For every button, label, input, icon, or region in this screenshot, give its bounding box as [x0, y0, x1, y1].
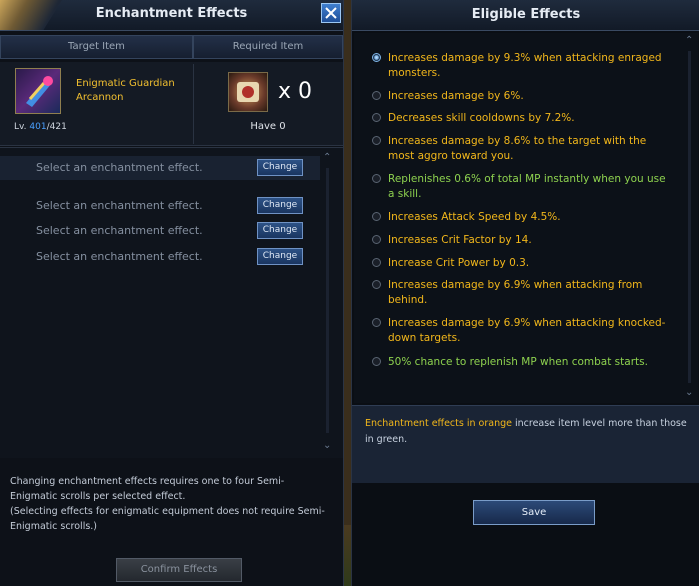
scroll-icon[interactable]: [228, 72, 268, 112]
change-button[interactable]: Change: [257, 248, 303, 265]
info-box: Enchantment effects in orange increase i…: [352, 405, 699, 483]
radio-icon[interactable]: [372, 318, 381, 327]
enchant-slot-label: Select an enchantment effect.: [36, 224, 203, 237]
info-text: Enchantment effects in orange increase i…: [365, 416, 690, 448]
effect-label: Increase Crit Power by 0.3.: [388, 257, 530, 269]
change-button[interactable]: Change: [257, 159, 303, 176]
enchant-slot-label: Select an enchantment effect.: [36, 161, 203, 174]
level-max: /421: [46, 122, 67, 132]
effect-label: Increases Attack Speed by 4.5%.: [388, 211, 561, 223]
target-item-name: Enigmatic Guardian Arcannon: [76, 78, 175, 103]
scroll-track[interactable]: [326, 168, 329, 433]
scrollbar[interactable]: ⌃ ⌄: [320, 148, 336, 458]
required-quantity: x 0: [278, 79, 313, 104]
window-title: Eligible Effects: [471, 7, 581, 22]
background-strip: [343, 0, 351, 586]
confirm-effects-button[interactable]: Confirm Effects: [116, 558, 242, 582]
radio-icon[interactable]: [372, 235, 381, 244]
enchantment-effects-window: Enchantment Effects Target Item Required…: [0, 0, 344, 586]
info-highlight: Enchantment effects in orange: [365, 418, 512, 429]
tab-target-item: Target Item: [0, 35, 193, 59]
tab-required-item: Required Item: [193, 35, 343, 59]
enchant-slot-label: Select an enchantment effect.: [36, 250, 203, 263]
change-button[interactable]: Change: [257, 197, 303, 214]
scrollbar[interactable]: ⌃ ⌄: [682, 33, 698, 403]
enchant-slot[interactable]: Select an enchantment effect. Change: [0, 156, 320, 180]
effect-label: Increases damage by 6.9% when attacking …: [388, 279, 643, 306]
column-divider: [193, 64, 194, 144]
enchant-slot-list: Select an enchantment effect. Change Sel…: [0, 147, 343, 458]
item-level: Lv. 401/421: [14, 122, 67, 132]
enchant-slot[interactable]: Select an enchantment effect. Change: [0, 245, 320, 269]
radio-icon[interactable]: [372, 357, 381, 366]
scroll-down-icon[interactable]: ⌄: [323, 440, 331, 451]
weapon-icon: [26, 76, 53, 107]
scroll-up-icon[interactable]: ⌃: [323, 152, 331, 163]
effect-label: Increases damage by 8.6% to the target w…: [388, 135, 647, 162]
effect-label: 50% chance to replenish MP when combat s…: [388, 356, 648, 368]
footer: [352, 530, 699, 586]
level-prefix: Lv.: [14, 122, 27, 132]
scroll-track[interactable]: [688, 51, 691, 383]
radio-selected-icon[interactable]: [372, 53, 381, 62]
radio-icon[interactable]: [372, 258, 381, 267]
window-title: Enchantment Effects: [95, 6, 248, 21]
window-title-bar[interactable]: Eligible Effects: [352, 0, 699, 31]
effect-label: Replenishes 0.6% of total MP instantly w…: [388, 173, 666, 200]
radio-icon[interactable]: [372, 113, 381, 122]
radio-icon[interactable]: [372, 174, 381, 183]
scroll-down-icon[interactable]: ⌄: [685, 387, 693, 398]
radio-icon[interactable]: [372, 280, 381, 289]
enchant-slot[interactable]: Select an enchantment effect. Change: [0, 194, 320, 218]
have-count: Have 0: [250, 121, 286, 132]
item-row: Enigmatic Guardian Arcannon Lv. 401/421: [0, 62, 343, 146]
effect-label: Increases damage by 6%.: [388, 90, 524, 102]
effect-label: Increases damage by 6.9% when attacking …: [388, 317, 666, 344]
effect-label: Increases damage by 9.3% when attacking …: [388, 52, 662, 79]
column-headers: Target Item Required Item: [0, 35, 343, 59]
effects-list: Increases damage by 9.3% when attacking …: [354, 33, 698, 403]
level-current: 401: [29, 122, 47, 132]
save-button[interactable]: Save: [473, 500, 595, 525]
eligible-effects-window: Eligible Effects Increases damage by 9.3…: [351, 0, 699, 586]
note-line: Changing enchantment effects requires on…: [10, 476, 285, 502]
close-icon: [325, 7, 337, 19]
effect-label: Decreases skill cooldowns by 7.2%.: [388, 112, 575, 124]
note-line: (Selecting effects for enigmatic equipme…: [10, 506, 325, 532]
enchant-slot[interactable]: Select an enchantment effect. Change: [0, 219, 320, 243]
scroll-emblem-icon: [237, 82, 259, 102]
scroll-requirement-note: Changing enchantment effects requires on…: [10, 474, 330, 534]
scroll-up-icon[interactable]: ⌃: [685, 35, 693, 46]
window-title-bar[interactable]: Enchantment Effects: [0, 0, 343, 31]
radio-icon[interactable]: [372, 212, 381, 221]
radio-icon[interactable]: [372, 136, 381, 145]
change-button[interactable]: Change: [257, 222, 303, 239]
radio-icon[interactable]: [372, 91, 381, 100]
arcannon-icon[interactable]: [15, 68, 61, 114]
close-button[interactable]: [321, 3, 341, 23]
effect-label: Increases Crit Factor by 14.: [388, 234, 532, 246]
enchant-slot-label: Select an enchantment effect.: [36, 199, 203, 212]
